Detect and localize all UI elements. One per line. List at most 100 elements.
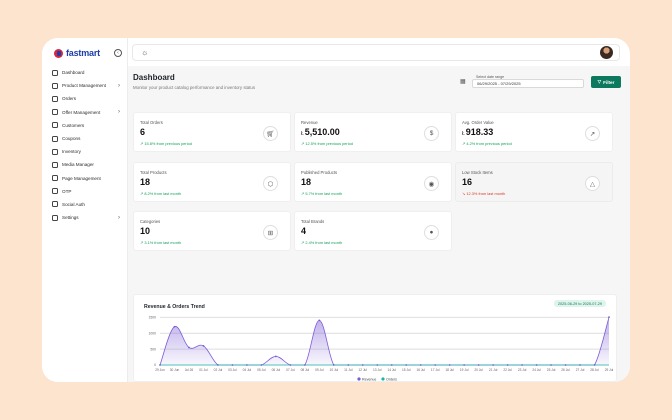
x-tick-label: 13 Jul [373,368,382,372]
sidebar-item-label: Page Management [62,175,101,181]
revenue-point [202,344,205,347]
stat-value: Ł918.33 [462,127,493,137]
trend-up-icon: ↗ [585,126,600,141]
x-tick-label: 12 Jul [359,368,368,372]
sidebar-item-label: Customers [62,122,85,128]
sidebar-item-offer-management[interactable]: Offer Management › [52,106,126,119]
x-tick-label: 15 Jul [402,368,411,372]
stat-change: ↘ 12.3% from last month [462,191,506,196]
users-icon [52,122,58,129]
x-tick-label: 28 Jul [590,368,599,372]
stat-label: Revenue [301,120,318,125]
sidebar-item-page-management[interactable]: Page Management [52,172,126,185]
stat-number: 18 [140,177,151,187]
stat-change: ↗ 15.8% from previous period [140,141,192,146]
x-tick-label: 21 Jul [489,368,498,372]
x-tick-label: 03 Jul [228,368,237,372]
home-icon [52,69,58,76]
revenue-point [376,364,379,366]
x-tick-label: 06 Jul [272,368,281,372]
revenue-point [231,364,234,366]
stat-change-text: 8.2% from last month [144,191,182,196]
chevron-right-icon: › [118,109,120,116]
page-title: Dashboard [133,73,175,82]
sidebar-collapse-button[interactable]: ‹ [114,49,122,57]
sidebar-nav: Dashboard Product Management › Orders Offer … [52,66,126,224]
revenue-point [492,364,495,366]
x-tick-label: 09 Jul [315,368,324,372]
legend-swatch [381,377,385,381]
x-tick-label: 10 Jul [330,368,339,372]
revenue-point [579,364,581,366]
stat-label: Avg. Order Value [462,120,494,125]
stat-label: Categories [140,219,161,224]
sidebar-item-label: Offer Management [62,109,101,115]
sidebar-item-label: Orders [62,96,77,102]
stat-card-categories: Categories 10 ↗ 3.1% from last month ⊞ [133,211,291,251]
stat-change: ↗ 2.4% from last month [301,240,343,245]
sidebar-item-product-management[interactable]: Product Management › [52,79,126,92]
stat-label: Total Orders [140,120,163,125]
revenue-point [361,364,364,366]
sidebar-item-customers[interactable]: Customers [52,119,126,132]
y-tick-label: 500 [150,347,156,351]
apple-icon: ● [424,225,439,240]
page-icon [52,175,58,182]
sidebar-item-orders[interactable]: Orders [52,92,126,105]
theme-toggle-icon[interactable]: ☼ [141,48,148,57]
calendar-icon[interactable]: ▦ [460,78,466,85]
x-tick-label: 07 Jul [286,368,295,372]
revenue-point [173,325,176,328]
stat-change: ↗ 12.5% from previous period [301,141,353,146]
cart-icon: 🛒︎ [263,126,278,141]
tag-icon [52,109,58,116]
sidebar-item-settings[interactable]: Settings › [52,211,126,224]
revenue-point [347,364,350,366]
stat-change-text: 15.8% from previous period [144,141,192,146]
stat-change: ↗ 5.7% from last month [301,191,343,196]
package-icon: ⬡ [263,176,278,191]
revenue-point [521,364,523,366]
sidebar-item-coupons[interactable]: Coupons [52,132,126,145]
revenue-point [463,364,466,366]
x-tick-label: 02 Jul [214,368,223,372]
sidebar-item-label: OTP [62,188,72,194]
x-tick-label: 04 Jul [243,368,252,372]
dollar-icon: $ [424,126,439,141]
stat-number: 5,510.00 [304,127,340,137]
revenue-point [405,364,408,366]
link-icon [52,201,58,208]
revenue-point [448,364,451,366]
revenue-point [332,364,335,366]
sidebar-item-dashboard[interactable]: Dashboard [52,66,126,79]
revenue-point [274,355,277,358]
sidebar-item-label: Settings [62,215,79,221]
revenue-point [564,364,567,366]
sidebar-item-inventory[interactable]: Inventory [52,145,126,158]
y-tick-label: 0 [154,363,156,367]
archive-icon [52,148,58,155]
page-subtitle: Monitor your product catalog performance… [133,85,256,90]
y-tick-label: 1000 [148,331,156,335]
x-tick-label: 05 Jul [257,368,266,372]
revenue-point [535,364,538,366]
warning-icon: △ [585,176,600,191]
stat-value: 18 [301,177,311,187]
currency-symbol: Ł [462,131,465,137]
x-tick-label: 26 Jul [561,368,570,372]
avatar[interactable] [600,46,613,59]
sidebar-item-social-auth[interactable]: Social Auth [52,198,126,211]
sidebar-item-otp[interactable]: OTP [52,185,126,198]
date-range-input[interactable]: 06/29/2025 - 07/29/2025 [472,79,584,88]
filter-button[interactable]: ▽ Filter [591,76,621,88]
revenue-point [550,364,552,366]
logo[interactable]: fastmart [54,48,100,58]
sidebar-item-media-manager[interactable]: Media Manager [52,158,126,171]
x-tick-label: 22 Jul [503,368,512,372]
y-tick-label: 1500 [148,315,156,319]
x-tick-label: 29 Jun [155,368,165,372]
ticket-icon [52,135,58,142]
sidebar-item-label: Product Management [62,83,106,89]
legend-label: Orders [386,377,397,381]
x-tick-label: 25 Jul [547,368,556,372]
